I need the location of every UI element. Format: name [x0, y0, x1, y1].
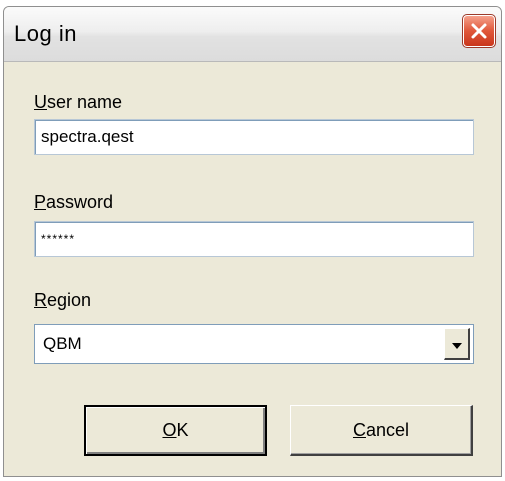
ok-button[interactable]: OK: [84, 405, 267, 456]
password-label-text: assword: [46, 192, 114, 212]
cancel-button-access-key: C: [352, 419, 366, 440]
cancel-button-label: ancel: [365, 419, 410, 440]
ok-button-access-key: O: [162, 420, 177, 440]
region-dropdown-button[interactable]: [444, 328, 470, 360]
password-input[interactable]: ******: [34, 221, 474, 257]
cancel-button[interactable]: Cancel: [290, 405, 473, 456]
ok-button-label: K: [176, 420, 189, 440]
window-title: Log in: [14, 21, 77, 46]
username-label: User name: [34, 92, 122, 113]
title-bar[interactable]: Log in: [4, 7, 501, 62]
username-input[interactable]: spectra.qest: [34, 119, 474, 155]
region-label-text: egion: [47, 290, 92, 310]
region-label-access-key: R: [34, 290, 47, 310]
username-label-access-key: U: [34, 92, 47, 112]
chevron-down-icon: [451, 334, 462, 354]
region-selected-value: QBM: [43, 334, 82, 353]
region-select[interactable]: QBM: [34, 324, 474, 364]
region-label: Region: [34, 290, 91, 311]
username-label-text: ser name: [47, 92, 123, 112]
close-icon: [470, 22, 488, 40]
password-label-access-key: P: [34, 192, 47, 212]
login-dialog: Log in User name spectra.qest Password *…: [3, 6, 502, 477]
password-label: Password: [34, 192, 113, 213]
dialog-body: User name spectra.qest Password ****** R…: [4, 62, 501, 476]
close-button[interactable]: [462, 14, 496, 48]
